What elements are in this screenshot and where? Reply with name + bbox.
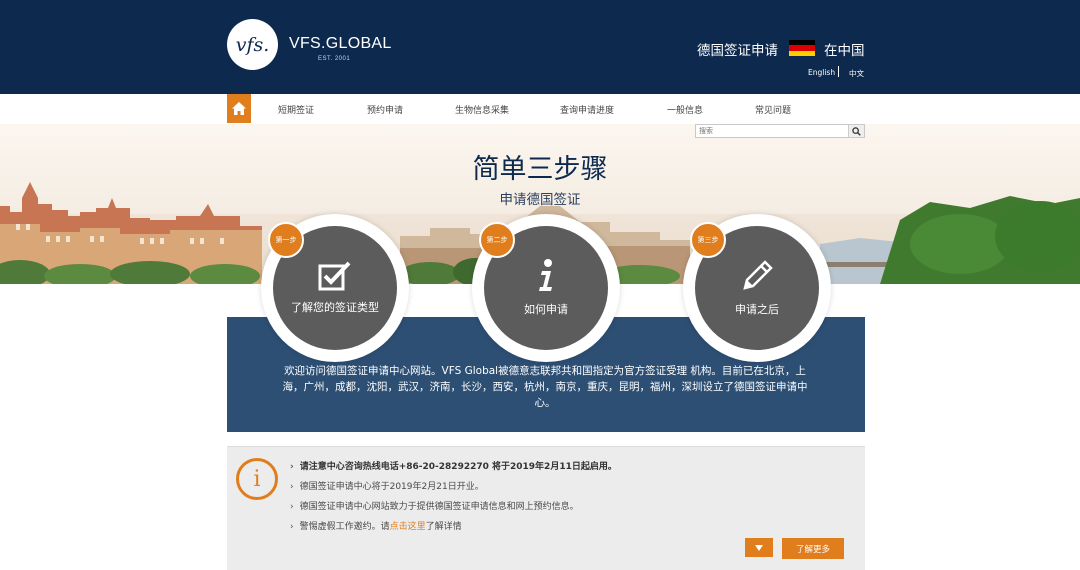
- nav-item-short-term-visa[interactable]: 短期签证: [278, 103, 314, 116]
- page: vfs. VFS.GLOBAL EST. 2001 德国签证申请 在中国 Eng…: [0, 0, 1080, 570]
- step-2-badge: 第二步: [479, 222, 515, 258]
- header: vfs. VFS.GLOBAL EST. 2001 德国签证申请 在中国 Eng…: [0, 0, 1080, 94]
- logo-mark: vfs.: [235, 33, 270, 56]
- banner-title: 简单三步骤: [472, 154, 608, 185]
- chevron-right-icon: ›: [290, 502, 294, 512]
- step-3-label: 申请之后: [735, 303, 779, 316]
- nav-item-biometrics[interactable]: 生物信息采集: [455, 103, 509, 116]
- notice-text-warning: 警惕虚假工作邀约。请: [299, 522, 390, 532]
- notice-text-warning-suffix: 了解详情: [425, 522, 462, 532]
- search-button[interactable]: [848, 125, 864, 137]
- step-2-label: 如何申请: [524, 303, 568, 316]
- expand-notice-button[interactable]: [745, 538, 773, 557]
- home-button[interactable]: [227, 94, 251, 123]
- search-input[interactable]: [696, 125, 848, 137]
- checkbox-icon: [318, 261, 351, 291]
- learn-more-button[interactable]: 了解更多: [782, 538, 844, 559]
- notice-item: › 请注意中心咨询热线电话+86-20-28292270 将于2019年2月11日…: [290, 459, 617, 472]
- flag-stripe-gold: [789, 50, 815, 56]
- chevron-right-icon: ›: [290, 522, 294, 532]
- lang-divider: [838, 66, 839, 77]
- nav-item-general-info[interactable]: 一般信息: [667, 103, 703, 116]
- nav-item-appointment[interactable]: 预约申请: [367, 103, 403, 116]
- main-nav: [0, 94, 1080, 124]
- notice-text-website: 德国签证申请中心网站致力于提供德国签证申请信息和网上预约信息。: [299, 502, 579, 512]
- logo-est: EST. 2001: [318, 56, 351, 62]
- germany-flag-icon: [789, 40, 815, 56]
- step-3-badge: 第三步: [690, 222, 726, 258]
- logo-text: VFS.GLOBAL: [289, 35, 392, 52]
- search-icon: [852, 126, 861, 136]
- welcome-text: 欢迎访问德国签证申请中心网站。VFS Global被德意志联邦共和国指定为官方签…: [282, 365, 808, 409]
- lang-chinese-link[interactable]: 中文: [849, 68, 864, 79]
- home-icon: [232, 102, 246, 115]
- step-1-label: 了解您的签证类型: [291, 301, 379, 314]
- vfs-logo[interactable]: vfs.: [227, 19, 278, 70]
- pencil-icon: [743, 260, 773, 290]
- nav-item-faq[interactable]: 常见问题: [755, 103, 791, 116]
- info-circle-icon: i: [236, 458, 278, 500]
- info-icon: [539, 259, 552, 291]
- nav-item-track-application[interactable]: 查询申请进度: [560, 103, 614, 116]
- banner-subtitle: 申请德国签证: [499, 192, 581, 208]
- step-1-badge: 第一步: [268, 222, 304, 258]
- search-box: [695, 124, 865, 138]
- notice-text-hotline: 请注意中心咨询热线电话+86-20-28292270 将于2019年2月11日起…: [299, 462, 617, 472]
- header-country: 在中国: [824, 43, 865, 59]
- notice-item: › 德国签证申请中心网站致力于提供德国签证申请信息和网上预约信息。: [290, 499, 579, 512]
- notice-item: › 德国签证申请中心将于2019年2月21日开业。: [290, 479, 484, 492]
- triangle-down-icon: [755, 544, 763, 551]
- chevron-right-icon: ›: [290, 462, 294, 472]
- chevron-right-icon: ›: [290, 482, 294, 492]
- lang-english-link[interactable]: English: [808, 68, 835, 77]
- notice-text-opening: 德国签证申请中心将于2019年2月21日开业。: [299, 482, 484, 492]
- notice-item: › 警惕虚假工作邀约。请点击这里了解详情: [290, 519, 462, 532]
- click-here-link[interactable]: 点击这里: [390, 522, 426, 532]
- header-title: 德国签证申请: [697, 43, 778, 59]
